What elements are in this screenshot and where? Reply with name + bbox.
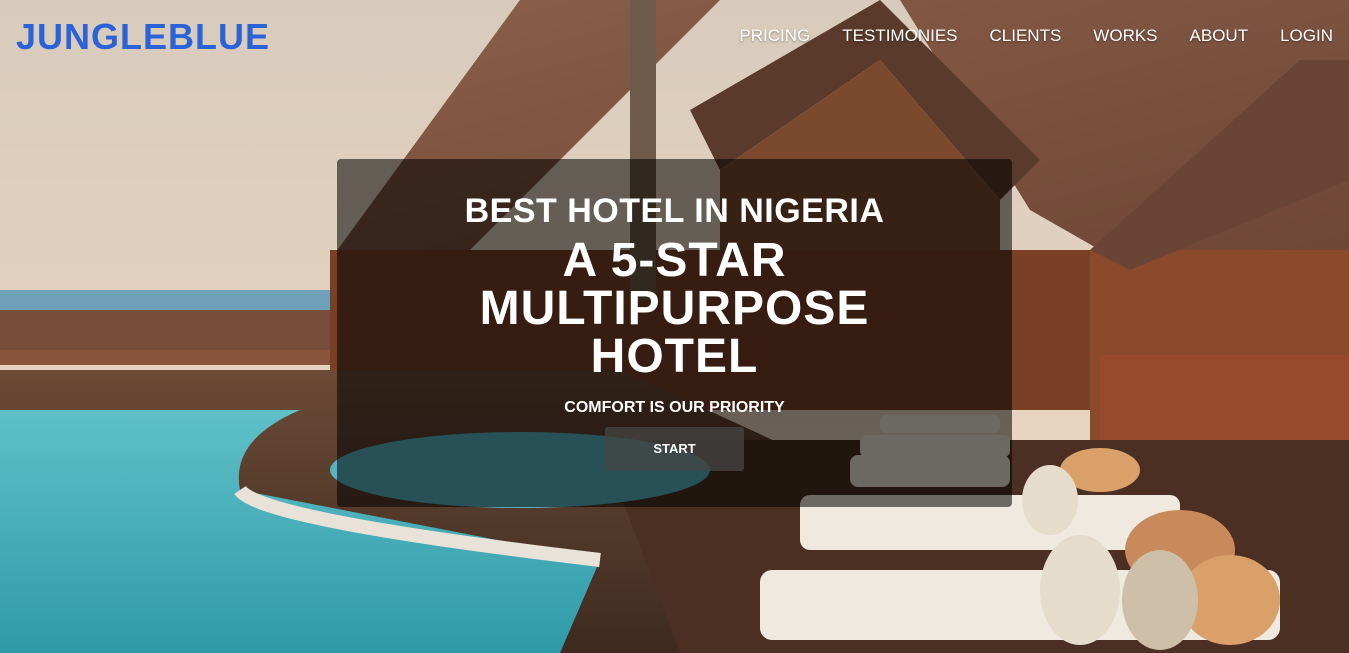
hero-section: JUNGLEBLUE PRICING TESTIMONIES CLIENTS W…	[0, 0, 1349, 653]
hero-kicker: BEST HOTEL IN NIGERIA	[464, 192, 885, 230]
nav-item-pricing[interactable]: PRICING	[739, 26, 810, 46]
nav-menu: PRICING TESTIMONIES CLIENTS WORKS ABOUT …	[739, 26, 1333, 46]
nav-item-about[interactable]: ABOUT	[1190, 26, 1249, 46]
hero-tagline: COMFORT IS OUR PRIORITY	[564, 399, 785, 416]
nav-item-testimonies[interactable]: TESTIMONIES	[842, 26, 957, 46]
hero-card: BEST HOTEL IN NIGERIA A 5-STAR MULTIPURP…	[337, 159, 1012, 507]
top-navbar: JUNGLEBLUE PRICING TESTIMONIES CLIENTS W…	[0, 0, 1349, 72]
hero-headline: A 5-STAR MULTIPURPOSE HOTEL	[479, 234, 870, 383]
brand-logo[interactable]: JUNGLEBLUE	[16, 16, 270, 58]
start-button[interactable]: START	[605, 427, 744, 471]
nav-item-login[interactable]: LOGIN	[1280, 26, 1333, 46]
nav-item-works[interactable]: WORKS	[1093, 26, 1157, 46]
nav-item-clients[interactable]: CLIENTS	[990, 26, 1062, 46]
